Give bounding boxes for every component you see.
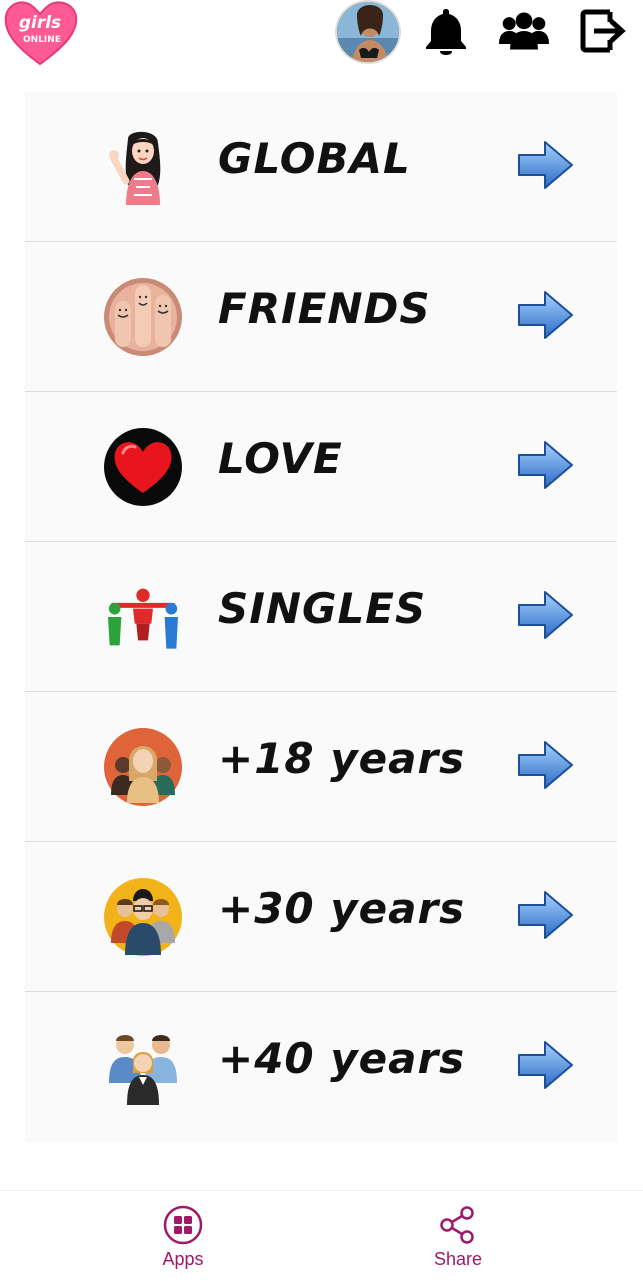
room-item-30-years[interactable]: +30 years — [25, 842, 617, 992]
room-item-40-years[interactable]: +40 years — [25, 992, 617, 1142]
svg-text:girls: girls — [19, 13, 61, 33]
arrow-right-icon[interactable] — [517, 289, 575, 341]
young-people-icon — [103, 727, 183, 807]
user-avatar[interactable] — [335, 0, 401, 64]
arrow-right-icon[interactable] — [517, 589, 575, 641]
share-button[interactable]: Share — [378, 1191, 538, 1281]
business-people-icon — [103, 1027, 183, 1107]
room-label: +40 years — [218, 1034, 466, 1083]
girls-online-logo[interactable]: girls ONLINE — [2, 0, 78, 66]
apps-grid-icon — [163, 1205, 203, 1245]
red-heart-icon — [103, 427, 183, 507]
room-item-love[interactable]: LOVE — [25, 392, 617, 542]
arrow-right-icon[interactable] — [517, 139, 575, 191]
adult-people-icon — [103, 877, 183, 957]
apps-button[interactable]: Apps — [103, 1191, 263, 1281]
people-hugging-icon — [103, 577, 183, 657]
share-icon — [438, 1205, 478, 1245]
bottom-navigation: Apps Share — [0, 1190, 643, 1281]
room-label: SINGLES — [218, 584, 427, 633]
room-item-friends[interactable]: FRIENDS — [25, 242, 617, 392]
notification-bell-icon[interactable] — [421, 6, 471, 56]
room-item-singles[interactable]: SINGLES — [25, 542, 617, 692]
room-label: GLOBAL — [218, 134, 411, 183]
room-label: FRIENDS — [218, 284, 431, 333]
room-item-18-years[interactable]: +18 years — [25, 692, 617, 842]
svg-text:ONLINE: ONLINE — [23, 35, 61, 45]
people-group-icon[interactable] — [499, 6, 549, 56]
room-label: +30 years — [218, 884, 466, 933]
smiling-fingers-icon — [103, 277, 183, 357]
apps-label: Apps — [162, 1249, 204, 1269]
room-label: LOVE — [218, 434, 343, 483]
arrow-right-icon[interactable] — [517, 1039, 575, 1091]
arrow-right-icon[interactable] — [517, 739, 575, 791]
share-label: Share — [433, 1249, 483, 1269]
top-bar: girls ONLINE — [0, 0, 643, 80]
logout-icon[interactable] — [578, 6, 628, 56]
chat-room-list: GLOBAL FRIENDS LOVE SINGLES +18 years +3… — [25, 92, 617, 1142]
waving-girl-icon — [103, 127, 183, 207]
arrow-right-icon[interactable] — [517, 889, 575, 941]
arrow-right-icon[interactable] — [517, 439, 575, 491]
room-item-global[interactable]: GLOBAL — [25, 92, 617, 242]
room-label: +18 years — [218, 734, 466, 783]
